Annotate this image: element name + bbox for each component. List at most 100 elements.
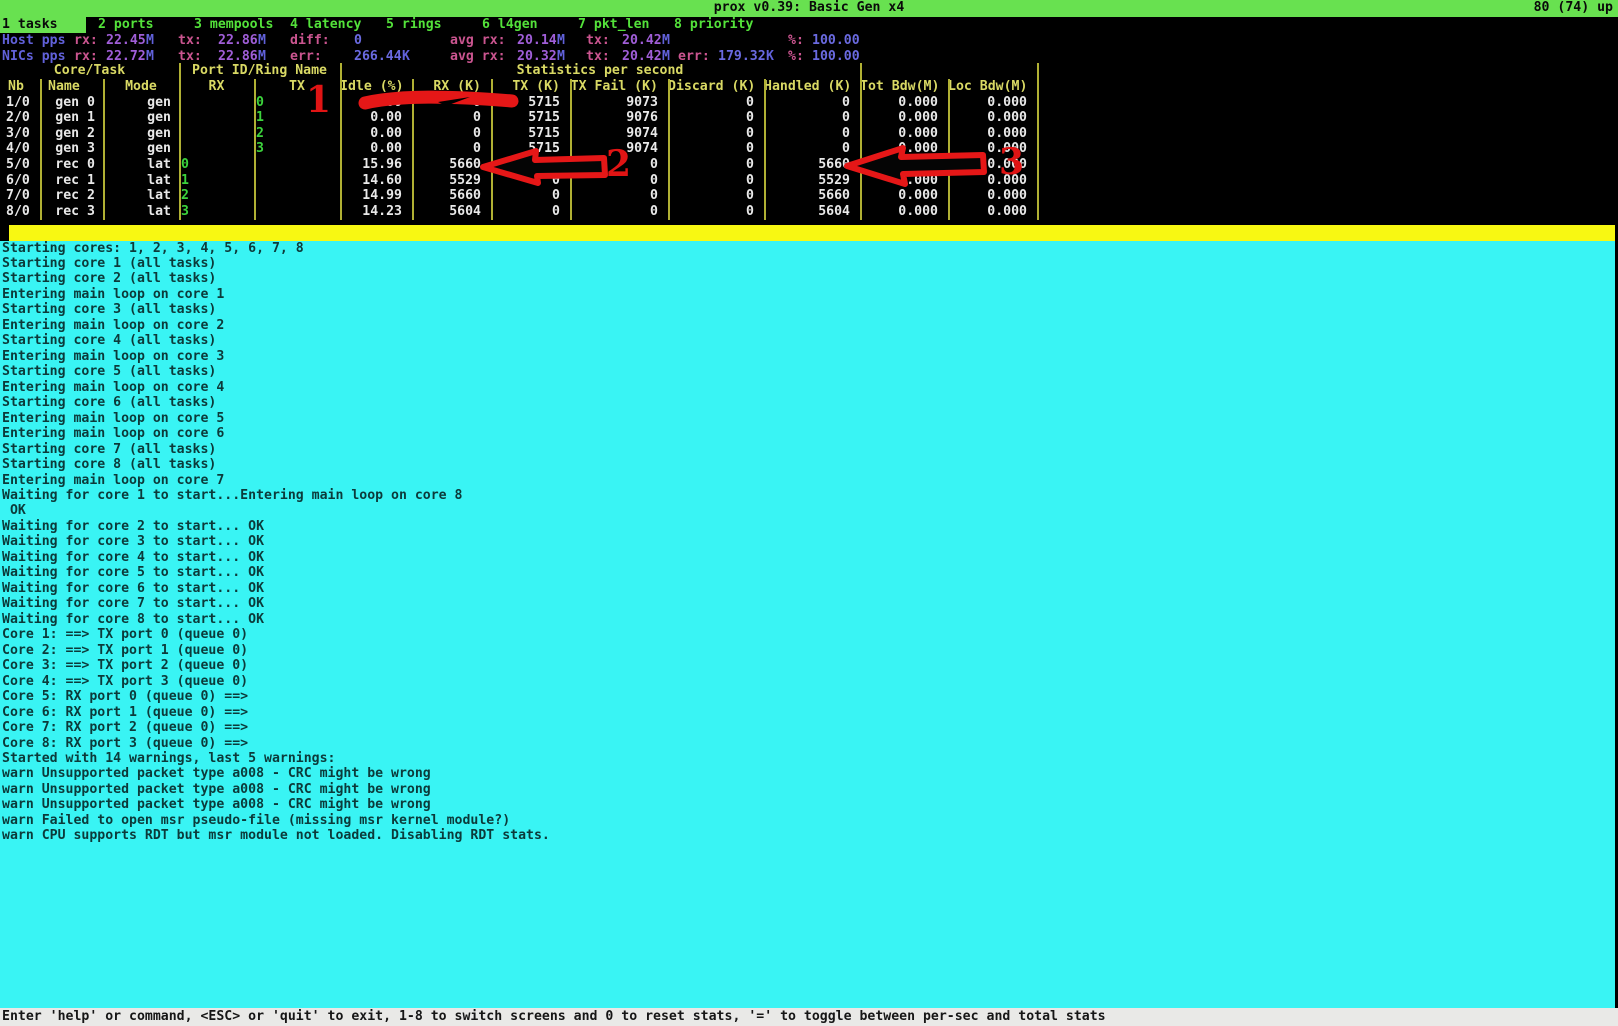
column-separator bbox=[764, 79, 766, 220]
log-line: warn CPU supports RDT but msr module not… bbox=[2, 828, 550, 844]
table-cell: rec 0 bbox=[40, 157, 103, 173]
table-cell: 0 bbox=[764, 141, 860, 157]
stat-token: 0 bbox=[354, 33, 362, 48]
log-line: Entering main loop on core 6 bbox=[2, 426, 224, 442]
tab-3-mempools[interactable]: 3 mempools bbox=[194, 17, 273, 33]
log-line: Core 3: ==> TX port 2 (queue 0) bbox=[2, 658, 248, 674]
tab-6-l4gen[interactable]: 6 l4gen bbox=[482, 17, 538, 33]
table-cell: 14.23 bbox=[340, 204, 412, 220]
cursor-block bbox=[0, 225, 9, 241]
table-cell: 7/0 bbox=[0, 188, 40, 204]
table-cell: 0.000 bbox=[860, 173, 948, 189]
table-cell: 5715 bbox=[491, 126, 570, 142]
stat-token: M bbox=[662, 49, 670, 64]
table-cell: rec 3 bbox=[40, 204, 103, 220]
table-cell: 5715 bbox=[491, 95, 570, 111]
column-separator bbox=[570, 79, 572, 220]
column-header: Idle (%) bbox=[340, 79, 412, 95]
table-cell: 3 bbox=[254, 141, 340, 157]
tab-1-tasks[interactable]: 1 tasks bbox=[0, 17, 86, 33]
prox-terminal-screen: prox v0.39: Basic Gen x4 80 (74) up 1 ta… bbox=[0, 0, 1618, 1026]
column-header: Tot Bdw(M) bbox=[860, 79, 948, 95]
log-line: Core 6: RX port 1 (queue 0) ==> bbox=[2, 705, 248, 721]
status-bar: Enter 'help' or command, <ESC> or 'quit'… bbox=[0, 1008, 1618, 1026]
tab-4-latency[interactable]: 4 latency bbox=[290, 17, 361, 33]
table-cell: 0 bbox=[764, 110, 860, 126]
stat-token: avg rx: bbox=[450, 49, 506, 64]
table-cell: 0.00 bbox=[340, 126, 412, 142]
log-line: Entering main loop on core 3 bbox=[2, 349, 224, 365]
stat-token: 20.42 bbox=[622, 33, 662, 48]
table-cell: 0 bbox=[668, 173, 764, 189]
log-line: warn Failed to open msr pseudo-file (mis… bbox=[2, 813, 510, 829]
stat-token: M bbox=[662, 33, 670, 48]
stat-token: M bbox=[146, 33, 154, 48]
column-header: Discard (K) bbox=[668, 79, 764, 95]
table-cell: 14.99 bbox=[340, 188, 412, 204]
stat-token: tx: bbox=[586, 49, 610, 64]
group-header: Core/Task bbox=[0, 63, 179, 79]
table-cell: 9076 bbox=[570, 110, 668, 126]
table-cell: 1 bbox=[179, 173, 254, 189]
log-line: warn Unsupported packet type a008 - CRC … bbox=[2, 782, 431, 798]
column-separator bbox=[40, 79, 42, 220]
log-line: Core 7: RX port 2 (queue 0) ==> bbox=[2, 720, 248, 736]
log-line: Started with 14 warnings, last 5 warning… bbox=[2, 751, 335, 767]
table-cell: 0 bbox=[412, 110, 491, 126]
log-line: Starting core 8 (all tasks) bbox=[2, 457, 216, 473]
table-cell: 5529 bbox=[764, 173, 860, 189]
table-cell: gen 3 bbox=[40, 141, 103, 157]
table-cell: 0.00 bbox=[340, 95, 412, 111]
table-cell: 0 bbox=[570, 188, 668, 204]
column-separator bbox=[103, 79, 105, 220]
table-cell: 0 bbox=[668, 204, 764, 220]
log-line: Starting core 6 (all tasks) bbox=[2, 395, 216, 411]
stat-token: 266.44 bbox=[354, 49, 402, 64]
tab-2-ports[interactable]: 2 ports bbox=[98, 17, 154, 33]
table-cell: rec 2 bbox=[40, 188, 103, 204]
table-cell: lat bbox=[103, 204, 179, 220]
table-cell: 5604 bbox=[412, 204, 491, 220]
table-cell: 0.000 bbox=[860, 188, 948, 204]
table-cell: 5/0 bbox=[0, 157, 40, 173]
column-separator bbox=[491, 79, 493, 220]
log-line: Starting core 7 (all tasks) bbox=[2, 442, 216, 458]
log-line: Core 1: ==> TX port 0 (queue 0) bbox=[2, 627, 248, 643]
stat-token: 22.45 bbox=[106, 33, 146, 48]
log-line: Waiting for core 2 to start... OK bbox=[2, 519, 264, 535]
group-header: Port ID/Ring Name bbox=[179, 63, 340, 79]
table-cell: 0 bbox=[764, 126, 860, 142]
table-cell: 9073 bbox=[570, 95, 668, 111]
log-line: Entering main loop on core 5 bbox=[2, 411, 224, 427]
tab-5-rings[interactable]: 5 rings bbox=[386, 17, 442, 33]
log-line: Waiting for core 7 to start... OK bbox=[2, 596, 264, 612]
table-cell: 0 bbox=[668, 95, 764, 111]
table-cell: 5660 bbox=[764, 188, 860, 204]
table-cell: 0 bbox=[764, 95, 860, 111]
table-cell: 5715 bbox=[491, 110, 570, 126]
column-header: Name bbox=[40, 79, 103, 95]
table-cell: 0 bbox=[668, 188, 764, 204]
stat-token: tx: bbox=[178, 49, 202, 64]
stat-token: 22.86 bbox=[218, 49, 258, 64]
stat-token: 179.32 bbox=[718, 49, 766, 64]
status-bar-text: Enter 'help' or command, <ESC> or 'quit'… bbox=[0, 1009, 1106, 1024]
stat-token: rx: bbox=[74, 49, 98, 64]
table-cell: gen 1 bbox=[40, 110, 103, 126]
table-cell: 0 bbox=[491, 157, 570, 173]
table-cell: 0.000 bbox=[860, 204, 948, 220]
table-cell: 0 bbox=[668, 157, 764, 173]
host-pps-stats-line: Host ppsrx:22.45Mtx:22.86Mdiff:0avg rx:2… bbox=[0, 33, 1618, 49]
stat-token: NICs pps bbox=[2, 49, 66, 64]
annotation-number-3: 3 bbox=[999, 146, 1024, 178]
tab-7-pkt_len[interactable]: 7 pkt_len bbox=[578, 17, 649, 33]
table-cell: 0 bbox=[668, 110, 764, 126]
annotation-number-1: 1 bbox=[306, 84, 331, 116]
tab-8-priority[interactable]: 8 priority bbox=[674, 17, 753, 33]
log-line: Waiting for core 1 to start...Entering m… bbox=[2, 488, 463, 504]
table-cell: 3/0 bbox=[0, 126, 40, 142]
table-cell: 2 bbox=[179, 188, 254, 204]
table-cell: 0.000 bbox=[860, 157, 948, 173]
stat-token: M bbox=[557, 49, 565, 64]
screen-tab-bar: 1 tasks 2 ports 3 mempools 4 latency 5 rings… bbox=[0, 17, 1618, 33]
